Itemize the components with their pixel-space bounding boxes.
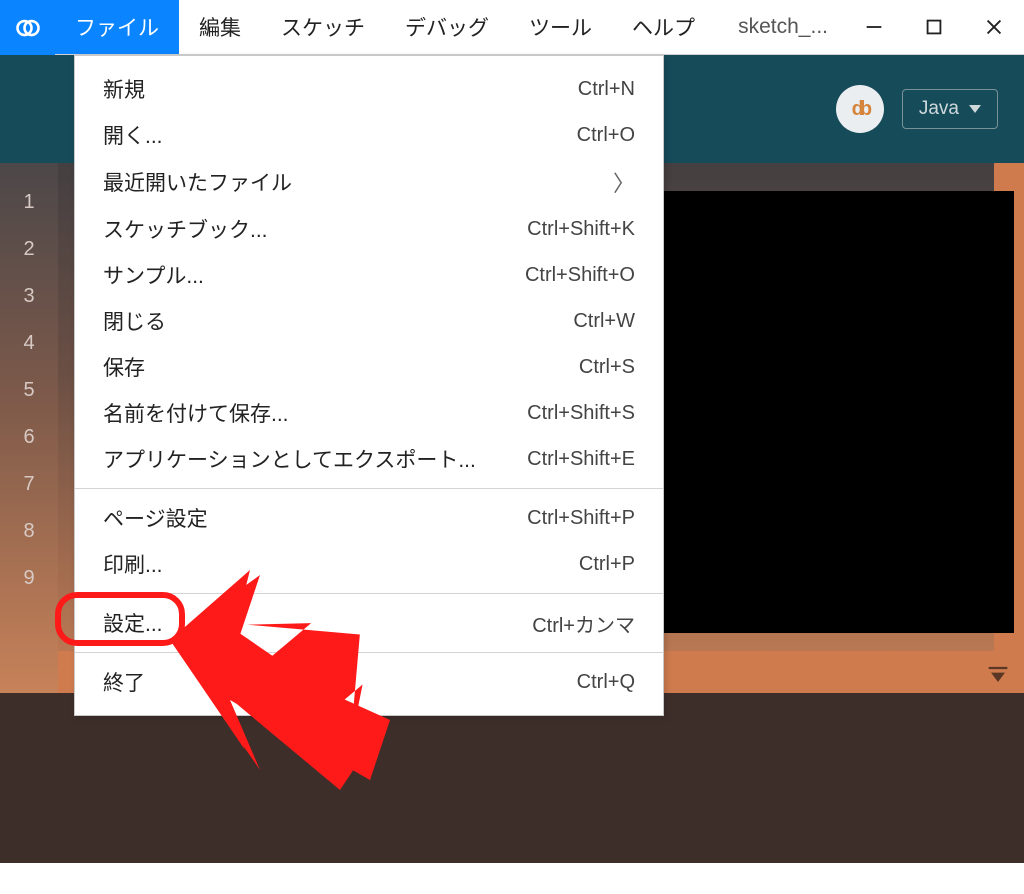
item-shortcut: Ctrl+Shift+O: [525, 264, 635, 287]
item-label: 最近開いたファイル: [103, 167, 292, 197]
menu-label: デバッグ: [405, 12, 489, 42]
menu-sketchbook[interactable]: スケッチブック... Ctrl+Shift+K: [75, 206, 663, 252]
mode-label: Java: [919, 98, 959, 120]
item-shortcut: Ctrl+カンマ: [532, 609, 635, 638]
line-number: 6: [23, 426, 34, 449]
menu-file[interactable]: ファイル: [55, 0, 179, 54]
annotation-arrow-icon: [150, 570, 430, 810]
line-gutter: 1 2 3 4 5 6 7 8 9: [0, 163, 58, 693]
avatar-text: db: [852, 98, 868, 121]
item-shortcut: Ctrl+Shift+S: [527, 402, 635, 425]
line-number: 2: [23, 238, 34, 261]
item-shortcut: Ctrl+N: [578, 78, 635, 101]
line-number: 3: [23, 285, 34, 308]
menu-save[interactable]: 保存 Ctrl+S: [75, 344, 663, 390]
menu-help[interactable]: ヘルプ: [612, 0, 715, 54]
item-label: ページ設定: [103, 503, 208, 533]
item-shortcut: Ctrl+Q: [577, 671, 635, 694]
app-icon[interactable]: [0, 0, 55, 55]
item-label: 名前を付けて保存...: [103, 398, 289, 428]
item-shortcut: Ctrl+Shift+E: [527, 448, 635, 471]
item-shortcut: Ctrl+Shift+K: [527, 218, 635, 241]
menu-edit[interactable]: 編集: [179, 0, 261, 54]
item-label: 終了: [103, 667, 145, 697]
menu-label: ツール: [529, 12, 592, 42]
menu-label: ファイル: [75, 12, 159, 42]
line-number: 4: [23, 332, 34, 355]
item-label: アプリケーションとしてエクスポート...: [103, 444, 476, 474]
line-number: 1: [23, 191, 34, 214]
item-label: スケッチブック...: [103, 214, 268, 244]
mode-selector[interactable]: Java: [902, 89, 998, 129]
item-shortcut: Ctrl+Shift+P: [527, 507, 635, 530]
menu-examples[interactable]: サンプル... Ctrl+Shift+O: [75, 252, 663, 298]
item-label: サンプル...: [103, 260, 204, 290]
line-number: 9: [23, 567, 34, 590]
menu-save-as[interactable]: 名前を付けて保存... Ctrl+Shift+S: [75, 390, 663, 436]
menu-export-app[interactable]: アプリケーションとしてエクスポート... Ctrl+Shift+E: [75, 436, 663, 482]
collapse-icon[interactable]: [984, 661, 1012, 689]
minimize-button[interactable]: [844, 0, 904, 54]
menu-sketch[interactable]: スケッチ: [261, 0, 385, 54]
item-shortcut: Ctrl+O: [577, 124, 635, 147]
menu-separator: [75, 488, 663, 489]
menu-label: 編集: [199, 12, 241, 42]
line-number: 7: [23, 473, 34, 496]
menubar: ファイル 編集 スケッチ デバッグ ツール ヘルプ sketch_...: [0, 0, 1024, 55]
menu-open[interactable]: 開く... Ctrl+O: [75, 112, 663, 158]
menu-tools[interactable]: ツール: [509, 0, 612, 54]
item-label: 閉じる: [103, 306, 166, 336]
item-label: 開く...: [103, 120, 163, 150]
menu-page-setup[interactable]: ページ設定 Ctrl+Shift+P: [75, 495, 663, 541]
item-shortcut: Ctrl+W: [573, 310, 635, 333]
menu-new[interactable]: 新規 Ctrl+N: [75, 66, 663, 112]
item-shortcut: Ctrl+S: [579, 356, 635, 379]
menu-close[interactable]: 閉じる Ctrl+W: [75, 298, 663, 344]
menu-label: スケッチ: [281, 12, 365, 42]
avatar[interactable]: db: [836, 85, 884, 133]
close-button[interactable]: [964, 0, 1024, 54]
maximize-button[interactable]: [904, 0, 964, 54]
chevron-right-icon: 〉: [613, 166, 635, 198]
window-title: sketch_...: [722, 0, 844, 54]
item-shortcut: Ctrl+P: [579, 553, 635, 576]
item-label: 新規: [103, 74, 145, 104]
menu-label: ヘルプ: [632, 12, 695, 42]
item-label: 保存: [103, 352, 145, 382]
line-number: 8: [23, 520, 34, 543]
chevron-down-icon: [969, 105, 981, 113]
menu-recent[interactable]: 最近開いたファイル 〉: [75, 158, 663, 206]
line-number: 5: [23, 379, 34, 402]
menu-debug[interactable]: デバッグ: [385, 0, 509, 54]
